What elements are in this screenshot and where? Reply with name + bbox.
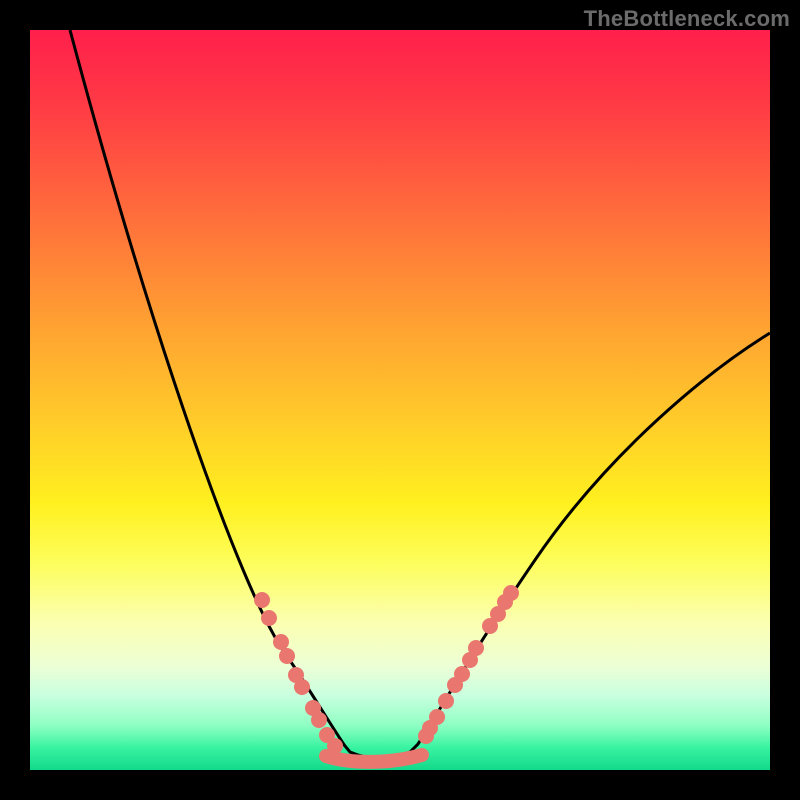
data-point (454, 666, 470, 682)
chart-plot-area (30, 30, 770, 770)
data-point (468, 640, 484, 656)
data-point (279, 648, 295, 664)
data-point (261, 610, 277, 626)
data-point (294, 679, 310, 695)
data-point (311, 712, 327, 728)
data-point (254, 592, 270, 608)
data-point (327, 738, 343, 754)
bottleneck-curve (70, 30, 770, 759)
points-layer (254, 585, 519, 754)
chart-svg (30, 30, 770, 770)
data-point (438, 693, 454, 709)
chart-frame: TheBottleneck.com (0, 0, 800, 800)
data-point (503, 585, 519, 601)
bottom-band (326, 755, 422, 762)
data-point (429, 709, 445, 725)
data-point (273, 634, 289, 650)
curve-layer (70, 30, 770, 762)
watermark-text: TheBottleneck.com (584, 6, 790, 32)
